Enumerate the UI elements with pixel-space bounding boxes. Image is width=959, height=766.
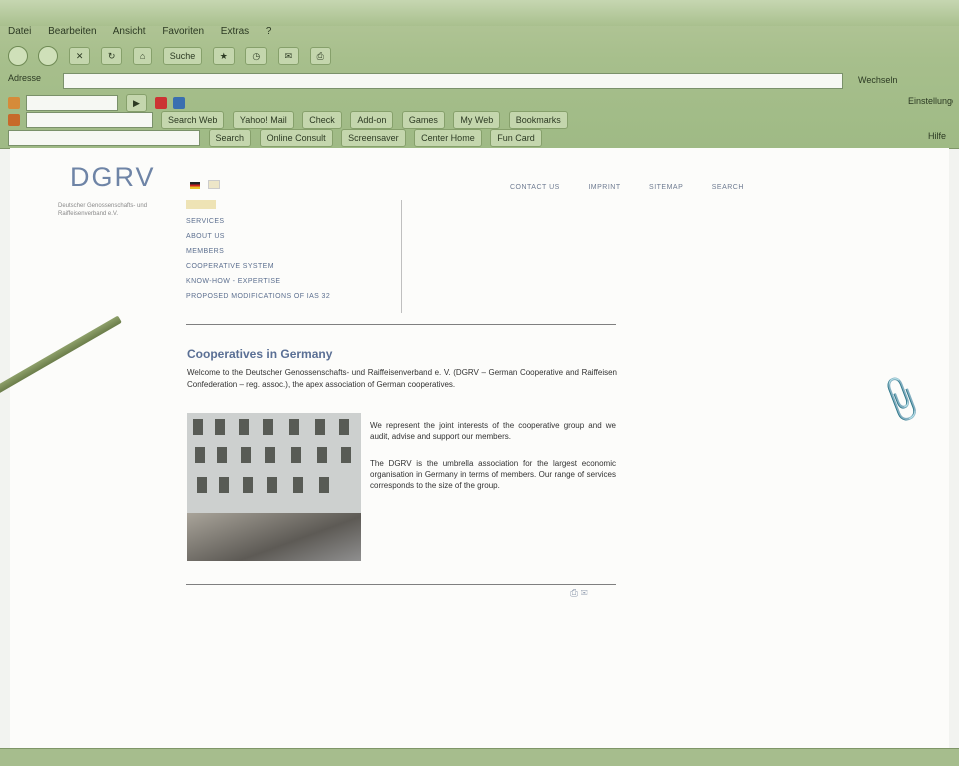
check-button[interactable]: Check bbox=[302, 111, 342, 129]
toolbar-icon-blue2[interactable] bbox=[451, 97, 463, 109]
einstellungen-button[interactable]: Einstellungen bbox=[908, 96, 953, 106]
menu-ansicht[interactable]: Ansicht bbox=[113, 26, 146, 37]
page-title: Cooperatives in Germany bbox=[187, 347, 333, 361]
fun-card-button[interactable]: Fun Card bbox=[490, 129, 542, 147]
search-web-button[interactable]: Search Web bbox=[161, 111, 225, 129]
email-icon[interactable]: ✉ bbox=[581, 588, 588, 599]
page-utilities: ⎙ ✉ bbox=[570, 588, 588, 599]
nav-imprint[interactable]: IMPRINT bbox=[588, 184, 620, 191]
back-icon[interactable] bbox=[8, 46, 28, 66]
third-toolbar: Search Online Consult Screensaver Center… bbox=[8, 129, 953, 147]
print-button[interactable]: ⎙ bbox=[309, 47, 331, 65]
forward-icon[interactable] bbox=[38, 46, 59, 66]
menu-bearbeiten[interactable]: Bearbeiten bbox=[48, 26, 96, 37]
menu-extras[interactable]: Extras bbox=[221, 26, 249, 37]
addon-button[interactable]: Add-on bbox=[350, 111, 394, 129]
menu-item-cooperative-system[interactable]: COOPERATIVE SYSTEM bbox=[186, 263, 274, 270]
menu-datei[interactable]: Datei bbox=[8, 26, 31, 37]
print-icon[interactable]: ⎙ bbox=[570, 588, 578, 599]
intro-text: Welcome to the Deutscher Genossenschafts… bbox=[187, 368, 617, 389]
divider-bottom bbox=[186, 584, 616, 585]
address-label: Adresse bbox=[8, 73, 42, 83]
online-consult-button[interactable]: Online Consult bbox=[259, 129, 333, 147]
nav-sitemap[interactable]: SITEMAP bbox=[649, 184, 683, 191]
title-bar bbox=[0, 0, 959, 26]
german-flag-icon[interactable] bbox=[190, 182, 200, 189]
toolbar-icon-blue[interactable] bbox=[172, 97, 185, 109]
stop-button[interactable]: ✕ bbox=[68, 47, 91, 65]
status-bar bbox=[0, 748, 959, 766]
nav-contact-us[interactable]: CONTACT US bbox=[510, 184, 560, 191]
toolbar-icon-red[interactable] bbox=[155, 97, 168, 109]
favorites-button[interactable]: ★ bbox=[212, 47, 235, 65]
paragraph-2: The DGRV is the umbrella association for… bbox=[370, 459, 616, 490]
web-page: DGRV Deutscher Genossenschafts- und Raif… bbox=[10, 148, 949, 748]
hilfe-button[interactable]: Hilfe bbox=[928, 131, 946, 141]
menu-item-know-how[interactable]: KNOW-HOW - EXPERTISE bbox=[186, 278, 280, 285]
logo-subtitle: Deutscher Genossenschafts- und Raiffeise… bbox=[58, 203, 148, 217]
games-button[interactable]: Games bbox=[401, 111, 445, 129]
building-photo bbox=[187, 413, 361, 561]
menu-item-ias32[interactable]: PROPOSED MODIFICATIONS OF IAS 32 bbox=[186, 293, 330, 300]
my-web-button[interactable]: My Web bbox=[453, 111, 501, 129]
menu-highlight bbox=[186, 200, 216, 209]
menu-item-about-us[interactable]: ABOUT US bbox=[186, 233, 225, 240]
third-toolbar-field[interactable] bbox=[8, 130, 200, 146]
center-home-button[interactable]: Center Home bbox=[414, 129, 482, 147]
yahoo-toolbar: Search Web Yahoo! Mail Check Add-on Game… bbox=[8, 111, 953, 129]
menu-item-members[interactable]: MEMBERS bbox=[186, 248, 224, 255]
address-row: Adresse Wechseln bbox=[8, 73, 948, 91]
bookmarks-button[interactable]: Bookmarks bbox=[508, 111, 568, 129]
menu-item-services[interactable]: SERVICES bbox=[186, 218, 224, 225]
home-button[interactable]: ⌂ bbox=[132, 47, 153, 65]
dgrv-logo[interactable]: DGRV bbox=[70, 162, 156, 193]
third-search-button[interactable]: Search bbox=[208, 129, 252, 147]
main-menu: SERVICES ABOUT US MEMBERS COOPERATIVE SY… bbox=[186, 200, 402, 313]
language-flags bbox=[190, 176, 224, 194]
search-toolbar: ▶ Einstellungen bbox=[8, 94, 953, 112]
yahoo-search-field[interactable] bbox=[25, 112, 153, 128]
navigation-toolbar: ✕ ↻ ⌂ Suche ★ ◷ ✉ ⎙ bbox=[8, 46, 948, 70]
toolbar-search-field[interactable] bbox=[25, 95, 118, 111]
top-nav: CONTACT US IMPRINT SITEMAP SEARCH bbox=[510, 184, 770, 191]
yahoo-logo-icon bbox=[8, 114, 20, 126]
divider-top bbox=[186, 324, 616, 325]
browser-chrome: Datei Bearbeiten Ansicht Favoriten Extra… bbox=[0, 0, 959, 149]
menu-favoriten[interactable]: Favoriten bbox=[162, 26, 204, 37]
nav-search[interactable]: SEARCH bbox=[712, 184, 744, 191]
toolbar-go-button[interactable]: ▶ bbox=[126, 94, 147, 112]
refresh-button[interactable]: ↻ bbox=[100, 47, 123, 65]
yahoo-mail-button[interactable]: Yahoo! Mail bbox=[232, 111, 294, 129]
history-button[interactable]: ◷ bbox=[245, 47, 268, 65]
address-field[interactable] bbox=[63, 73, 843, 89]
paragraph-1: We represent the joint interests of the … bbox=[370, 421, 616, 441]
search-button[interactable]: Suche bbox=[162, 47, 203, 65]
english-flag-icon[interactable] bbox=[208, 180, 221, 189]
menu-bar: Datei Bearbeiten Ansicht Favoriten Extra… bbox=[8, 26, 285, 42]
mail-button[interactable]: ✉ bbox=[277, 47, 300, 65]
wechseln-button[interactable]: Wechseln bbox=[858, 75, 897, 85]
menu-help[interactable]: ? bbox=[266, 26, 272, 37]
screensaver-button[interactable]: Screensaver bbox=[341, 129, 406, 147]
toolbar-logo-icon bbox=[8, 97, 20, 109]
